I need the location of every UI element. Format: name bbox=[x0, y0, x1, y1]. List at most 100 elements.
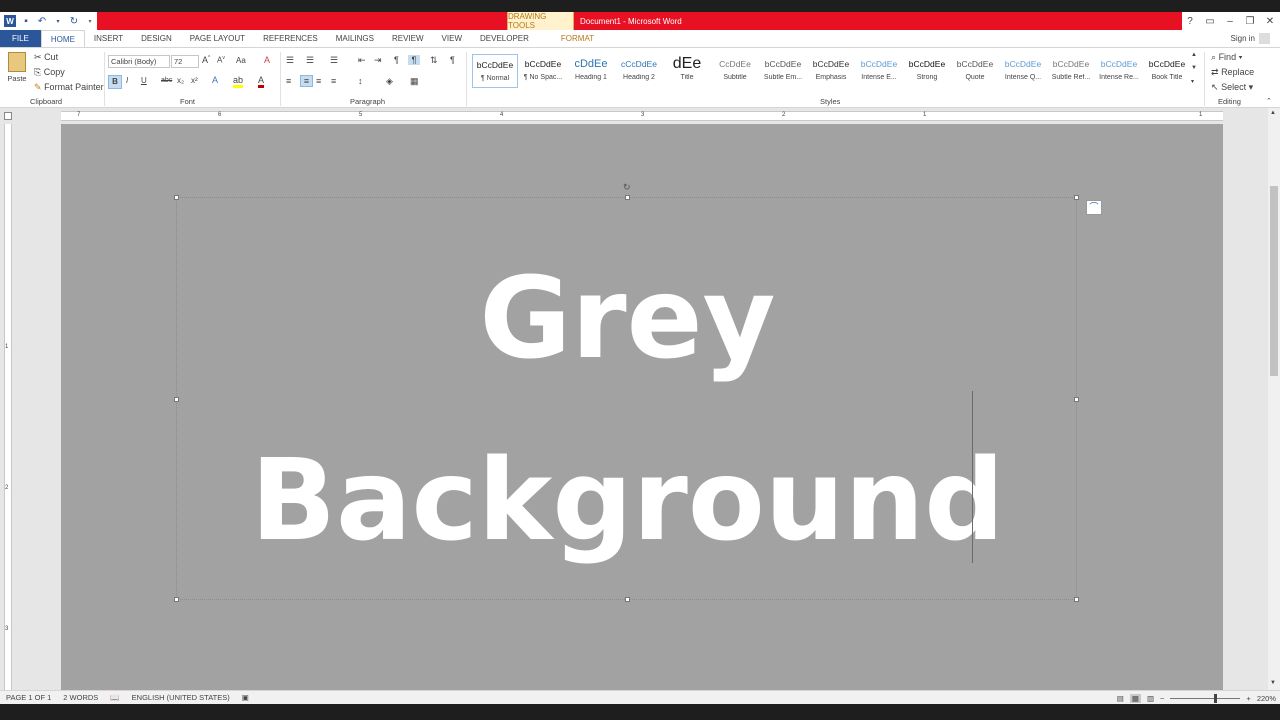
zoom-slider-thumb[interactable] bbox=[1214, 693, 1218, 703]
font-size-select[interactable]: 72 bbox=[171, 55, 199, 68]
style-item[interactable]: bCcDdEe Intense E... bbox=[856, 54, 902, 88]
redo-icon[interactable]: ↻ bbox=[68, 15, 80, 27]
tab-design[interactable]: DESIGN bbox=[132, 30, 181, 47]
vertical-scrollbar[interactable]: ▲ ▼ bbox=[1268, 108, 1280, 690]
vertical-ruler[interactable]: 1 2 3 bbox=[4, 124, 12, 690]
undo-icon[interactable]: ↶ bbox=[36, 15, 48, 27]
tab-home[interactable]: HOME bbox=[40, 30, 85, 47]
align-left-icon[interactable]: ≡ bbox=[286, 76, 291, 86]
font-family-select[interactable]: Calibri (Body) bbox=[108, 55, 170, 68]
superscript-button[interactable]: x² bbox=[191, 76, 198, 85]
bold-button[interactable]: B bbox=[108, 75, 122, 89]
ribbon-display-options-icon[interactable]: ▭ bbox=[1200, 16, 1220, 27]
undo-dropdown-icon[interactable]: ▾ bbox=[52, 15, 64, 27]
copy-button[interactable]: ⎘ Copy bbox=[34, 67, 65, 78]
word-count[interactable]: 2 WORDS bbox=[57, 693, 104, 702]
resize-handle[interactable] bbox=[174, 195, 179, 200]
zoom-in-button[interactable]: + bbox=[1246, 694, 1250, 703]
help-icon[interactable]: ? bbox=[1180, 16, 1200, 27]
macro-record-icon[interactable]: ▣ bbox=[236, 693, 255, 702]
grow-font-icon[interactable]: A^ bbox=[202, 55, 210, 65]
sign-in-label[interactable]: Sign in bbox=[1231, 34, 1255, 43]
zoom-out-button[interactable]: − bbox=[1160, 694, 1164, 703]
highlight-icon[interactable]: ab bbox=[233, 75, 244, 88]
italic-button[interactable]: I bbox=[126, 76, 128, 85]
shrink-font-icon[interactable]: Av bbox=[217, 55, 225, 65]
tab-selector-icon[interactable] bbox=[4, 112, 12, 120]
language[interactable]: ENGLISH (UNITED STATES) bbox=[126, 693, 236, 702]
cut-button[interactable]: ✂ Cut bbox=[34, 52, 58, 63]
page-count[interactable]: PAGE 1 OF 1 bbox=[0, 693, 57, 702]
scrollbar-thumb[interactable] bbox=[1270, 186, 1278, 376]
numbering-icon[interactable]: ☰ bbox=[306, 55, 314, 66]
sort-icon[interactable]: ⇅ bbox=[430, 55, 438, 66]
change-case-button[interactable]: Aa bbox=[236, 56, 246, 65]
decrease-indent-icon[interactable]: ⇤ bbox=[358, 55, 366, 66]
resize-handle[interactable] bbox=[174, 597, 179, 602]
close-icon[interactable]: ✕ bbox=[1260, 16, 1280, 27]
collapse-ribbon-icon[interactable]: ⌃ bbox=[1266, 97, 1272, 105]
select-button[interactable]: ↖ Select ▾ bbox=[1211, 82, 1253, 93]
increase-indent-icon[interactable]: ⇥ bbox=[374, 55, 382, 66]
style-item[interactable]: dEe Title bbox=[664, 54, 710, 88]
font-color-icon[interactable]: A bbox=[258, 75, 265, 88]
bullets-icon[interactable]: ☰ bbox=[286, 55, 294, 66]
line-spacing-icon[interactable]: ↕ bbox=[358, 76, 363, 86]
proofing-icon[interactable]: 📖 bbox=[104, 693, 125, 702]
save-icon[interactable]: ▪ bbox=[20, 15, 32, 27]
tab-file[interactable]: FILE bbox=[0, 30, 41, 47]
style-item[interactable]: bCcDdEe ¶ No Spac... bbox=[520, 54, 566, 88]
resize-handle[interactable] bbox=[1074, 597, 1079, 602]
scroll-up-icon[interactable]: ▲ bbox=[1270, 110, 1276, 116]
scroll-down-icon[interactable]: ▼ bbox=[1270, 680, 1276, 686]
text-box-content[interactable]: Grey Background bbox=[177, 228, 1078, 592]
rotate-handle-icon[interactable]: ↻ bbox=[623, 182, 631, 193]
resize-handle[interactable] bbox=[625, 195, 630, 200]
style-item[interactable]: bCcDdEe Intense Q... bbox=[1000, 54, 1046, 88]
horizontal-ruler[interactable]: 7 6 5 4 3 2 1 1 bbox=[61, 111, 1223, 121]
print-layout-icon[interactable]: ▦ bbox=[1129, 693, 1141, 703]
style-item[interactable]: bCcDdEe Emphasis bbox=[808, 54, 854, 88]
web-layout-icon[interactable]: ▥ bbox=[1147, 694, 1154, 703]
layout-options-icon[interactable]: ⌒ bbox=[1086, 200, 1102, 215]
text-effects-icon[interactable]: A bbox=[212, 75, 218, 85]
shading-icon[interactable]: ◈ bbox=[386, 76, 393, 87]
document-page[interactable]: ↻ Grey Background ⌒ bbox=[61, 124, 1223, 690]
style-item[interactable]: bCcDdEe ¶ Normal bbox=[472, 54, 518, 88]
format-painter-button[interactable]: ✎ Format Painter bbox=[34, 82, 104, 93]
tab-insert[interactable]: INSERT bbox=[85, 30, 132, 47]
subscript-button[interactable]: x₂ bbox=[177, 76, 184, 85]
borders-icon[interactable]: ▦ bbox=[410, 76, 419, 87]
read-mode-icon[interactable]: ▤ bbox=[1117, 694, 1124, 703]
tab-developer[interactable]: DEVELOPER bbox=[471, 30, 538, 47]
tab-references[interactable]: REFERENCES bbox=[254, 30, 327, 47]
style-item[interactable]: bCcDdEe Quote bbox=[952, 54, 998, 88]
tab-format[interactable]: FORMAT bbox=[552, 30, 603, 47]
style-item[interactable]: cCcDdEe Heading 2 bbox=[616, 54, 662, 88]
resize-handle[interactable] bbox=[1074, 195, 1079, 200]
style-item[interactable]: bCcDdEe Intense Re... bbox=[1096, 54, 1142, 88]
customize-qat-icon[interactable]: ▾ bbox=[84, 15, 96, 27]
ltr-icon[interactable]: ¶ bbox=[394, 55, 399, 65]
zoom-slider[interactable] bbox=[1170, 693, 1241, 703]
style-item[interactable]: bCcDdEe Subtle Em... bbox=[760, 54, 806, 88]
zoom-level[interactable]: 220% bbox=[1257, 694, 1276, 703]
resize-handle[interactable] bbox=[625, 597, 630, 602]
rtl-icon[interactable]: ¶ bbox=[408, 55, 420, 65]
show-marks-icon[interactable]: ¶ bbox=[450, 55, 455, 65]
sign-in[interactable]: Sign in bbox=[1231, 30, 1270, 47]
paste-button[interactable]: Paste bbox=[4, 52, 30, 92]
underline-button[interactable]: U bbox=[141, 76, 147, 85]
strikethrough-button[interactable]: abc bbox=[161, 77, 172, 84]
styles-scroll-down-icon[interactable]: ▼ bbox=[1191, 65, 1197, 71]
tab-view[interactable]: VIEW bbox=[433, 30, 471, 47]
tab-mailings[interactable]: MAILINGS bbox=[327, 30, 383, 47]
style-item[interactable]: cDdEe Heading 1 bbox=[568, 54, 614, 88]
multilevel-list-icon[interactable]: ☰ bbox=[330, 55, 338, 66]
style-item[interactable]: bCcDdEe Subtle Ref... bbox=[1048, 54, 1094, 88]
tab-review[interactable]: REVIEW bbox=[383, 30, 433, 47]
style-item[interactable]: bCcDdEe Strong bbox=[904, 54, 950, 88]
style-item[interactable]: bCcDdEe Book Title bbox=[1144, 54, 1190, 88]
user-avatar-icon[interactable] bbox=[1259, 33, 1270, 44]
clear-formatting-icon[interactable]: A bbox=[264, 55, 270, 65]
